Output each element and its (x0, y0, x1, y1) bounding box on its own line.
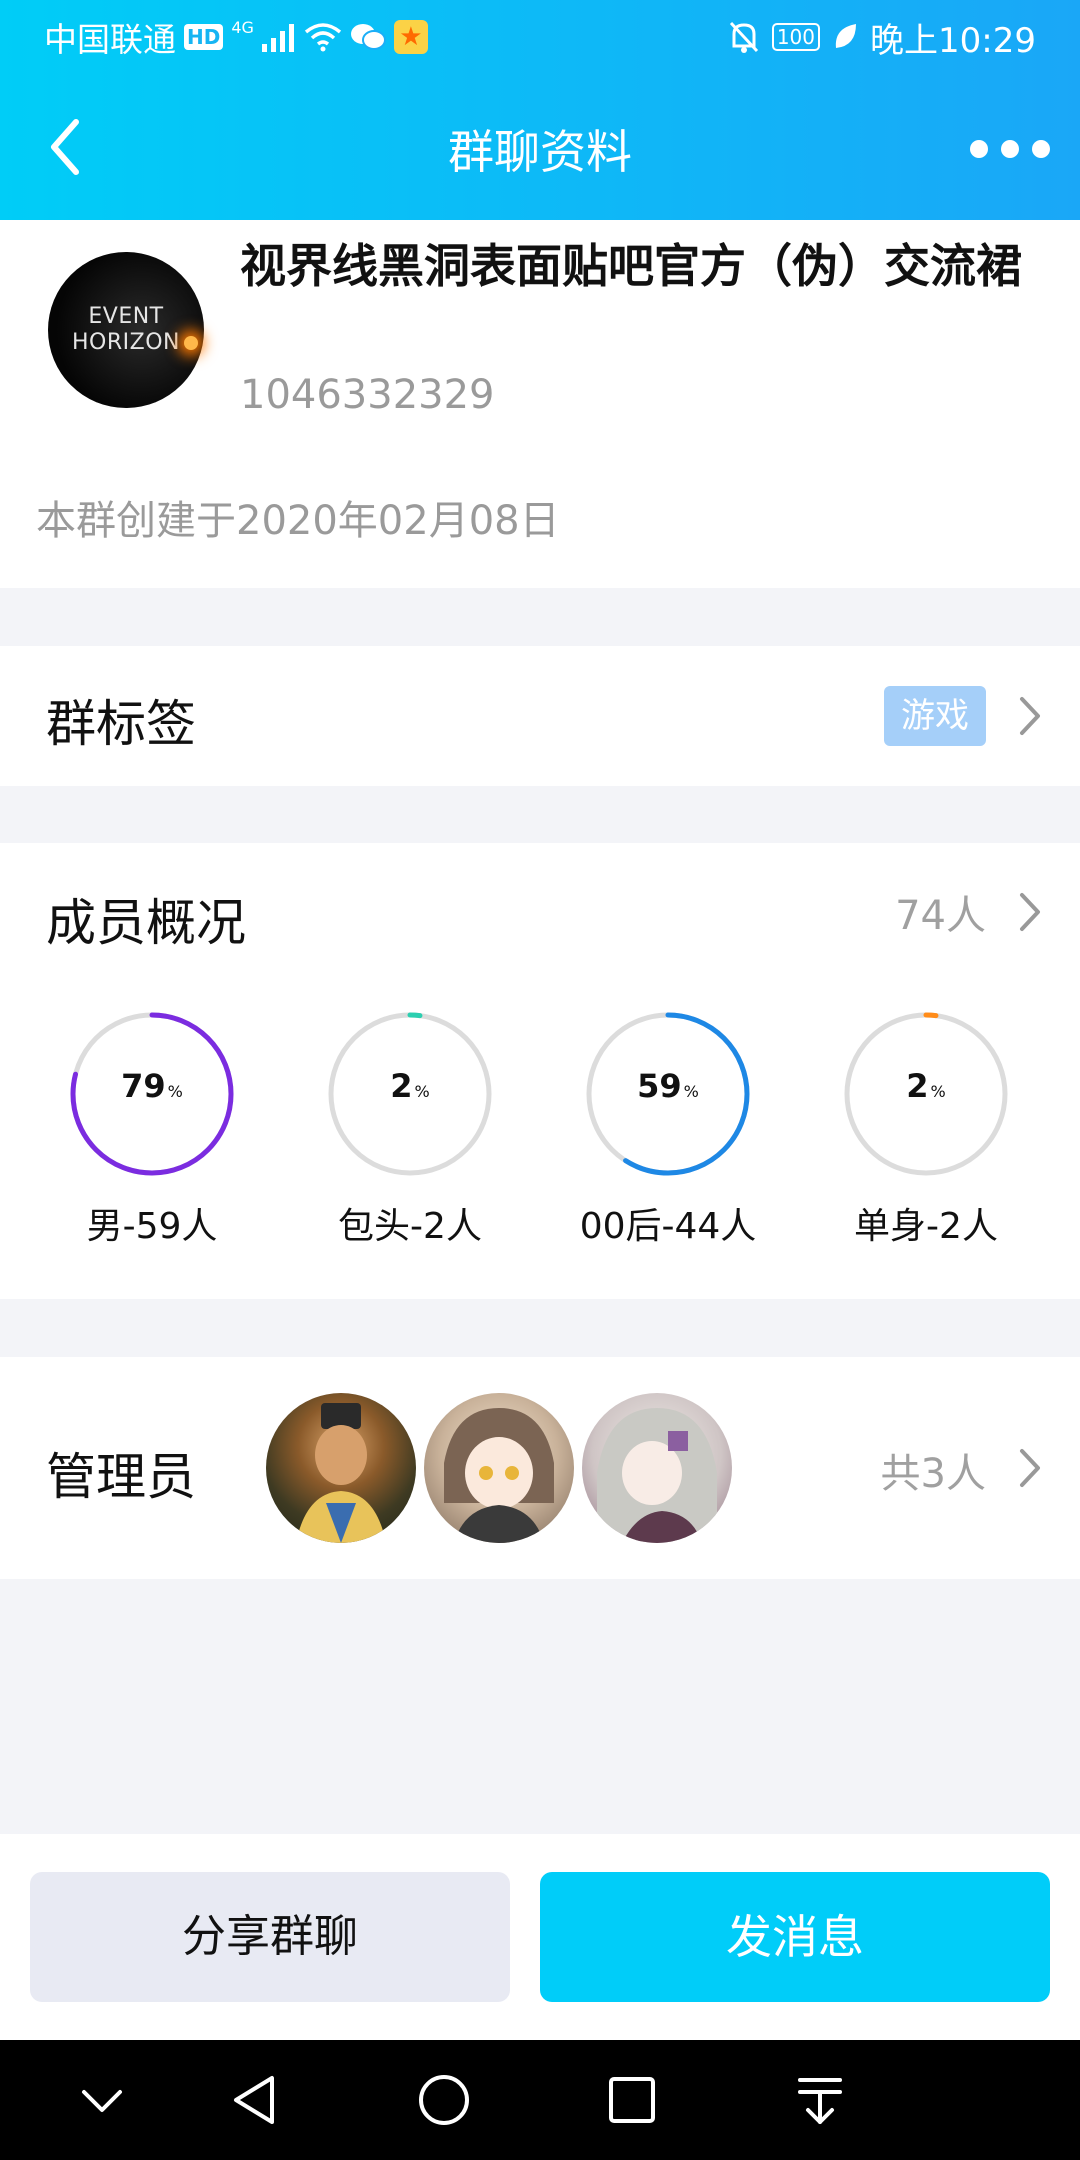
member-overview-card: 成员概况 74人 79% 男-59人 2% 包头-2人 59 % 00后-44人… (0, 843, 1080, 1299)
stat-single[interactable]: 2% 单身-2人 (811, 1009, 1041, 1249)
notification-pulldown-icon[interactable] (790, 2070, 850, 2130)
clock-label: 晚上10:29 (870, 20, 1036, 61)
home-circle-icon[interactable] (414, 2070, 474, 2130)
star-app-icon: ★ (393, 20, 428, 54)
leaf-icon (835, 24, 857, 48)
member-overview-header[interactable]: 成员概况 74人 (0, 843, 1080, 983)
status-bar: 中国联通 HD 4G ★ 100 晚上10:29 (0, 0, 1080, 74)
mute-icon (729, 21, 758, 53)
admins-row[interactable]: 管理员 共3人 (0, 1357, 1080, 1579)
progress-ring: 59% (583, 1009, 753, 1179)
more-icon-dot (1001, 140, 1019, 158)
group-tags-label: 群标签 (46, 695, 196, 753)
header: 中国联通 HD 4G ★ 100 晚上10:29 群聊资料 (0, 0, 1080, 220)
stat-value: 59% (637, 1067, 699, 1105)
nav-bar: 群聊资料 (0, 74, 1080, 220)
avatar-text-line2: HORIZON (72, 330, 180, 355)
more-icon-dot (970, 140, 988, 158)
stat-label: 男-59人 (86, 1206, 218, 1247)
flare-decoration (183, 336, 198, 350)
stat-label: 00后-44人 (579, 1206, 757, 1247)
group-created-date: 本群创建于2020年02月08日 (36, 498, 560, 544)
stat-value: 79% (121, 1067, 183, 1105)
chevron-right-icon (1020, 1449, 1040, 1487)
system-navigation-bar (0, 2040, 1080, 2160)
group-info-card: EVENT HORIZON 视界线黑洞表面贴吧官方（伪）交流裙 10463323… (0, 220, 1080, 588)
stat-gender[interactable]: 79% 男-59人 (37, 1009, 267, 1249)
wifi-icon (304, 23, 342, 52)
network-type-label: 4G (231, 17, 254, 37)
member-overview-label: 成员概况 (46, 894, 246, 952)
stat-label: 单身-2人 (854, 1206, 998, 1247)
admins-label: 管理员 (46, 1448, 196, 1506)
progress-ring: 2% (841, 1009, 1011, 1179)
admins-total: 共3人 (880, 1451, 986, 1497)
stat-age[interactable]: 59% 00后-44人 (553, 1009, 783, 1249)
avatar-text-line1: EVENT (88, 304, 164, 329)
footer-actions: 分享群聊 发消息 (0, 1834, 1080, 2040)
group-tags-row[interactable]: 群标签 游戏 (0, 646, 1080, 786)
admin-avatar[interactable] (266, 1393, 416, 1543)
admin-avatar[interactable] (582, 1393, 732, 1543)
battery-indicator: 100 (771, 23, 821, 51)
carrier-label: 中国联通 (44, 20, 176, 59)
stat-region[interactable]: 2% 包头-2人 (295, 1009, 525, 1249)
tag-badge: 游戏 (884, 686, 986, 746)
stat-label: 包头-2人 (338, 1206, 482, 1247)
admin-avatar[interactable] (424, 1393, 574, 1543)
progress-ring: 79% (67, 1009, 237, 1179)
chevron-down-icon[interactable] (72, 2070, 132, 2130)
more-button[interactable] (970, 124, 1050, 174)
more-icon-dot (1032, 140, 1050, 158)
page-title: 群聊资料 (448, 125, 632, 179)
stat-value: 2% (906, 1067, 946, 1105)
wechat-icon (350, 24, 386, 50)
progress-ring: 2% (325, 1009, 495, 1179)
signal-icon (261, 24, 294, 52)
send-message-button[interactable]: 发消息 (540, 1872, 1050, 2002)
back-triangle-icon[interactable] (226, 2070, 286, 2130)
share-group-button[interactable]: 分享群聊 (30, 1872, 510, 2002)
recents-square-icon[interactable] (602, 2070, 662, 2130)
group-avatar[interactable]: EVENT HORIZON (48, 252, 204, 408)
member-count: 74人 (895, 893, 986, 939)
chevron-right-icon (1020, 893, 1040, 931)
hd-badge: HD (184, 24, 224, 50)
chevron-right-icon (1020, 697, 1040, 735)
group-name: 视界线黑洞表面贴吧官方（伪）交流裙 (240, 239, 1022, 293)
admin-avatars (266, 1393, 746, 1543)
stat-value: 2% (390, 1067, 430, 1105)
group-id: 1046332329 (240, 372, 495, 418)
